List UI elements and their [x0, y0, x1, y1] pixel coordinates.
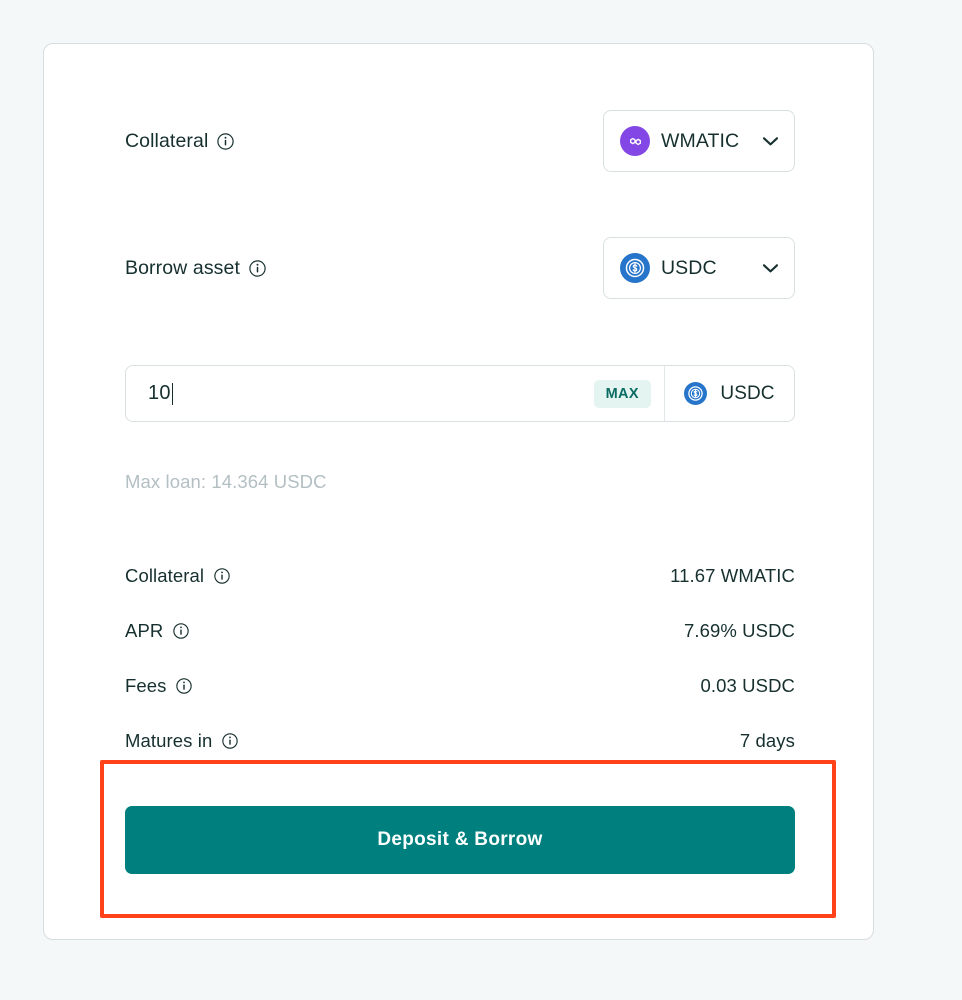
usdc-token-icon	[620, 253, 650, 283]
summary-label: Collateral	[125, 564, 205, 586]
usdc-token-icon	[684, 382, 708, 405]
borrow-asset-select[interactable]: USDC	[603, 237, 795, 299]
summary-label: Fees	[125, 674, 167, 696]
amount-input-value: 10	[148, 382, 171, 404]
borrow-asset-label: Borrow asset	[125, 256, 240, 279]
amount-unit-group: USDC	[664, 366, 794, 421]
summary-value: 11.67 WMATIC	[670, 564, 795, 586]
summary-label-group: APR	[125, 620, 189, 642]
collateral-label-group: Collateral	[125, 129, 235, 153]
borrow-asset-row: Borrow asset USDC	[125, 237, 795, 299]
summary-label-group: Matures in	[125, 730, 238, 752]
collateral-row: Collateral WMATIC	[125, 110, 795, 172]
info-icon[interactable]	[217, 132, 235, 150]
deposit-and-borrow-button[interactable]: Deposit & Borrow	[125, 806, 795, 874]
chevron-down-icon	[762, 136, 779, 145]
wmatic-token-icon	[620, 126, 650, 156]
amount-input-field[interactable]: 10 MAX	[126, 366, 664, 421]
summary-label-group: Collateral	[125, 565, 230, 587]
borrow-asset-name: USDC	[661, 256, 717, 279]
summary-row-collateral: Collateral 11.67 WMATIC	[125, 548, 795, 603]
chevron-down-icon	[762, 263, 779, 272]
summary-label-group: Fees	[125, 675, 193, 697]
collateral-asset-name: WMATIC	[661, 129, 740, 152]
max-loan-helper-text: Max loan: 14.364 USDC	[125, 471, 327, 492]
page-root: Collateral WMATIC Borrow asset USDC 10 M…	[0, 0, 962, 1000]
summary-value: 0.03 USDC	[700, 674, 795, 696]
info-icon[interactable]	[221, 732, 238, 749]
info-icon[interactable]	[249, 259, 266, 277]
max-button[interactable]: MAX	[593, 379, 651, 408]
summary-row-fees: Fees 0.03 USDC	[125, 658, 795, 713]
info-icon[interactable]	[172, 622, 189, 639]
summary-value: 7.69% USDC	[683, 619, 795, 641]
info-icon[interactable]	[213, 567, 230, 584]
borrow-card: Collateral WMATIC Borrow asset USDC 10 M…	[43, 43, 874, 940]
amount-unit-label: USDC	[720, 382, 775, 404]
summary-row-apr: APR 7.69% USDC	[125, 603, 795, 658]
summary-label: Matures in	[125, 729, 213, 751]
summary-list: Collateral 11.67 WMATIC APR 7.69% USDC F…	[125, 548, 795, 768]
text-caret	[171, 382, 174, 405]
summary-value: 7 days	[739, 729, 795, 751]
info-icon[interactable]	[176, 677, 193, 694]
collateral-label: Collateral	[125, 129, 209, 152]
amount-input-group: 10 MAX USDC	[125, 365, 795, 422]
collateral-asset-select[interactable]: WMATIC	[603, 110, 795, 172]
summary-label: APR	[125, 619, 164, 641]
borrow-asset-label-group: Borrow asset	[125, 257, 266, 280]
